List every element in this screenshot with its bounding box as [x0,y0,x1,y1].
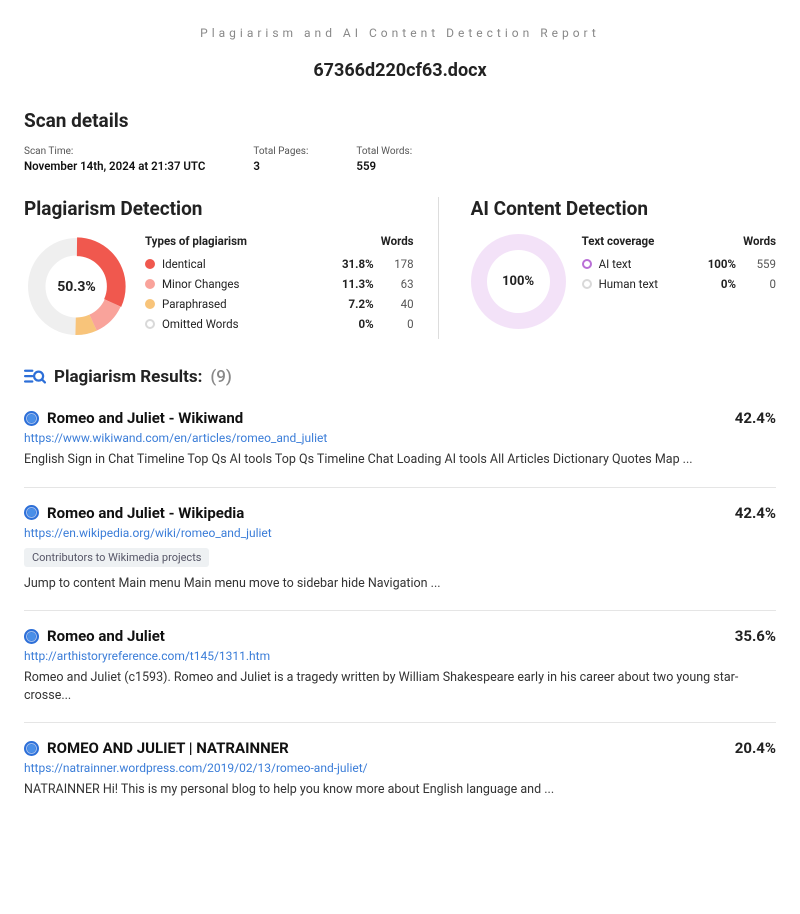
scan-time-label: Scan Time: [24,146,205,157]
legend-row-identical: Identical 31.8% 178 [145,254,414,274]
scan-time-value: November 14th, 2024 at 21:37 UTC [24,159,205,173]
legend-row-minor: Minor Changes 11.3% 63 [145,274,414,294]
legend-words: 0 [736,277,776,291]
result-title-link[interactable]: Romeo and Juliet [47,627,165,645]
legend-label: Human text [599,277,688,291]
report-filename: 67366d220cf63.docx [24,60,776,81]
scan-details-row: Scan Time: November 14th, 2024 at 21:37 … [24,146,776,173]
legend-label: Omitted Words [162,317,326,331]
dot-minor-icon [145,279,155,289]
legend-row-human-text: Human text 0% 0 [582,274,776,294]
legend-pct: 100% [688,257,736,271]
result-snippet: Romeo and Juliet (c1593). Romeo and Juli… [24,669,776,704]
legend-pct: 7.2% [326,297,374,311]
result-contributor-badge: Contributors to Wikimedia projects [24,548,209,567]
result-pct: 42.4% [735,504,776,522]
result-snippet: NATRAINNER Hi! This is my personal blog … [24,781,776,799]
plagiarism-heading: Plagiarism Detection [24,197,414,220]
result-snippet: English Sign in Chat Timeline Top Qs AI … [24,451,776,469]
total-pages-value: 3 [253,159,308,173]
results-count: (9) [210,367,232,387]
plagiarism-words-header: Words [358,234,414,248]
dot-human-text-icon [582,279,592,289]
results-title: Plagiarism Results: [54,367,202,387]
plagiarism-legend: Types of plagiarism Words Identical 31.8… [145,234,414,334]
globe-icon [24,741,39,756]
legend-pct: 0% [688,277,736,291]
ai-words-header: Words [720,234,776,248]
legend-words: 178 [374,257,414,271]
result-url-link[interactable]: https://www.wikiwand.com/en/articles/rom… [24,431,776,445]
legend-label: AI text [599,257,688,271]
results-list-icon [24,368,46,386]
legend-pct: 0% [326,317,374,331]
globe-icon [24,629,39,644]
globe-icon [24,505,39,520]
result-pct: 42.4% [735,409,776,427]
report-header-subtitle: Plagiarism and AI Content Detection Repo… [24,26,776,40]
plagiarism-donut-chart: 50.3% [24,234,129,339]
result-pct: 35.6% [735,627,776,645]
dot-paraphrased-icon [145,299,155,309]
ai-total-pct: 100% [471,234,566,329]
dot-identical-icon [145,259,155,269]
result-title-link[interactable]: Romeo and Juliet - Wikipedia [47,504,244,522]
result-title-link[interactable]: Romeo and Juliet - Wikiwand [47,409,243,427]
legend-pct: 11.3% [326,277,374,291]
ai-heading: AI Content Detection [471,197,776,220]
result-snippet: Jump to content Main menu Main menu move… [24,575,776,593]
legend-words: 63 [374,277,414,291]
plagiarism-total-pct: 50.3% [24,234,129,339]
total-words-label: Total Words: [356,146,412,157]
legend-label: Paraphrased [162,297,326,311]
result-pct: 20.4% [735,739,776,757]
legend-row-omitted: Omitted Words 0% 0 [145,314,414,334]
result-item: Romeo and Juliet 35.6% http://arthistory… [24,617,776,723]
dot-ai-text-icon [582,259,592,269]
globe-icon [24,411,39,426]
ai-legend: Text coverage Words AI text 100% 559 Hum… [582,234,776,294]
result-url-link[interactable]: https://natrainner.wordpress.com/2019/02… [24,761,776,775]
plagiarism-types-header: Types of plagiarism [145,234,358,248]
result-title-link[interactable]: ROMEO AND JULIET | NATRAINNER [47,739,289,757]
legend-words: 0 [374,317,414,331]
legend-words: 40 [374,297,414,311]
result-item: Romeo and Juliet - Wikipedia 42.4% https… [24,494,776,612]
result-item: ROMEO AND JULIET | NATRAINNER 20.4% http… [24,729,776,817]
scan-details-heading: Scan details [24,109,776,132]
total-pages-label: Total Pages: [253,146,308,157]
dot-omitted-icon [145,319,155,329]
legend-label: Minor Changes [162,277,326,291]
legend-row-ai-text: AI text 100% 559 [582,254,776,274]
total-words-value: 559 [356,159,412,173]
result-url-link[interactable]: http://arthistoryreference.com/t145/1311… [24,649,776,663]
result-url-link[interactable]: https://en.wikipedia.org/wiki/romeo_and_… [24,526,776,540]
legend-row-paraphrased: Paraphrased 7.2% 40 [145,294,414,314]
legend-words: 559 [736,257,776,271]
legend-label: Identical [162,257,326,271]
result-item: Romeo and Juliet - Wikiwand 42.4% https:… [24,399,776,488]
legend-pct: 31.8% [326,257,374,271]
ai-coverage-header: Text coverage [582,234,720,248]
ai-donut-chart: 100% [471,234,566,329]
